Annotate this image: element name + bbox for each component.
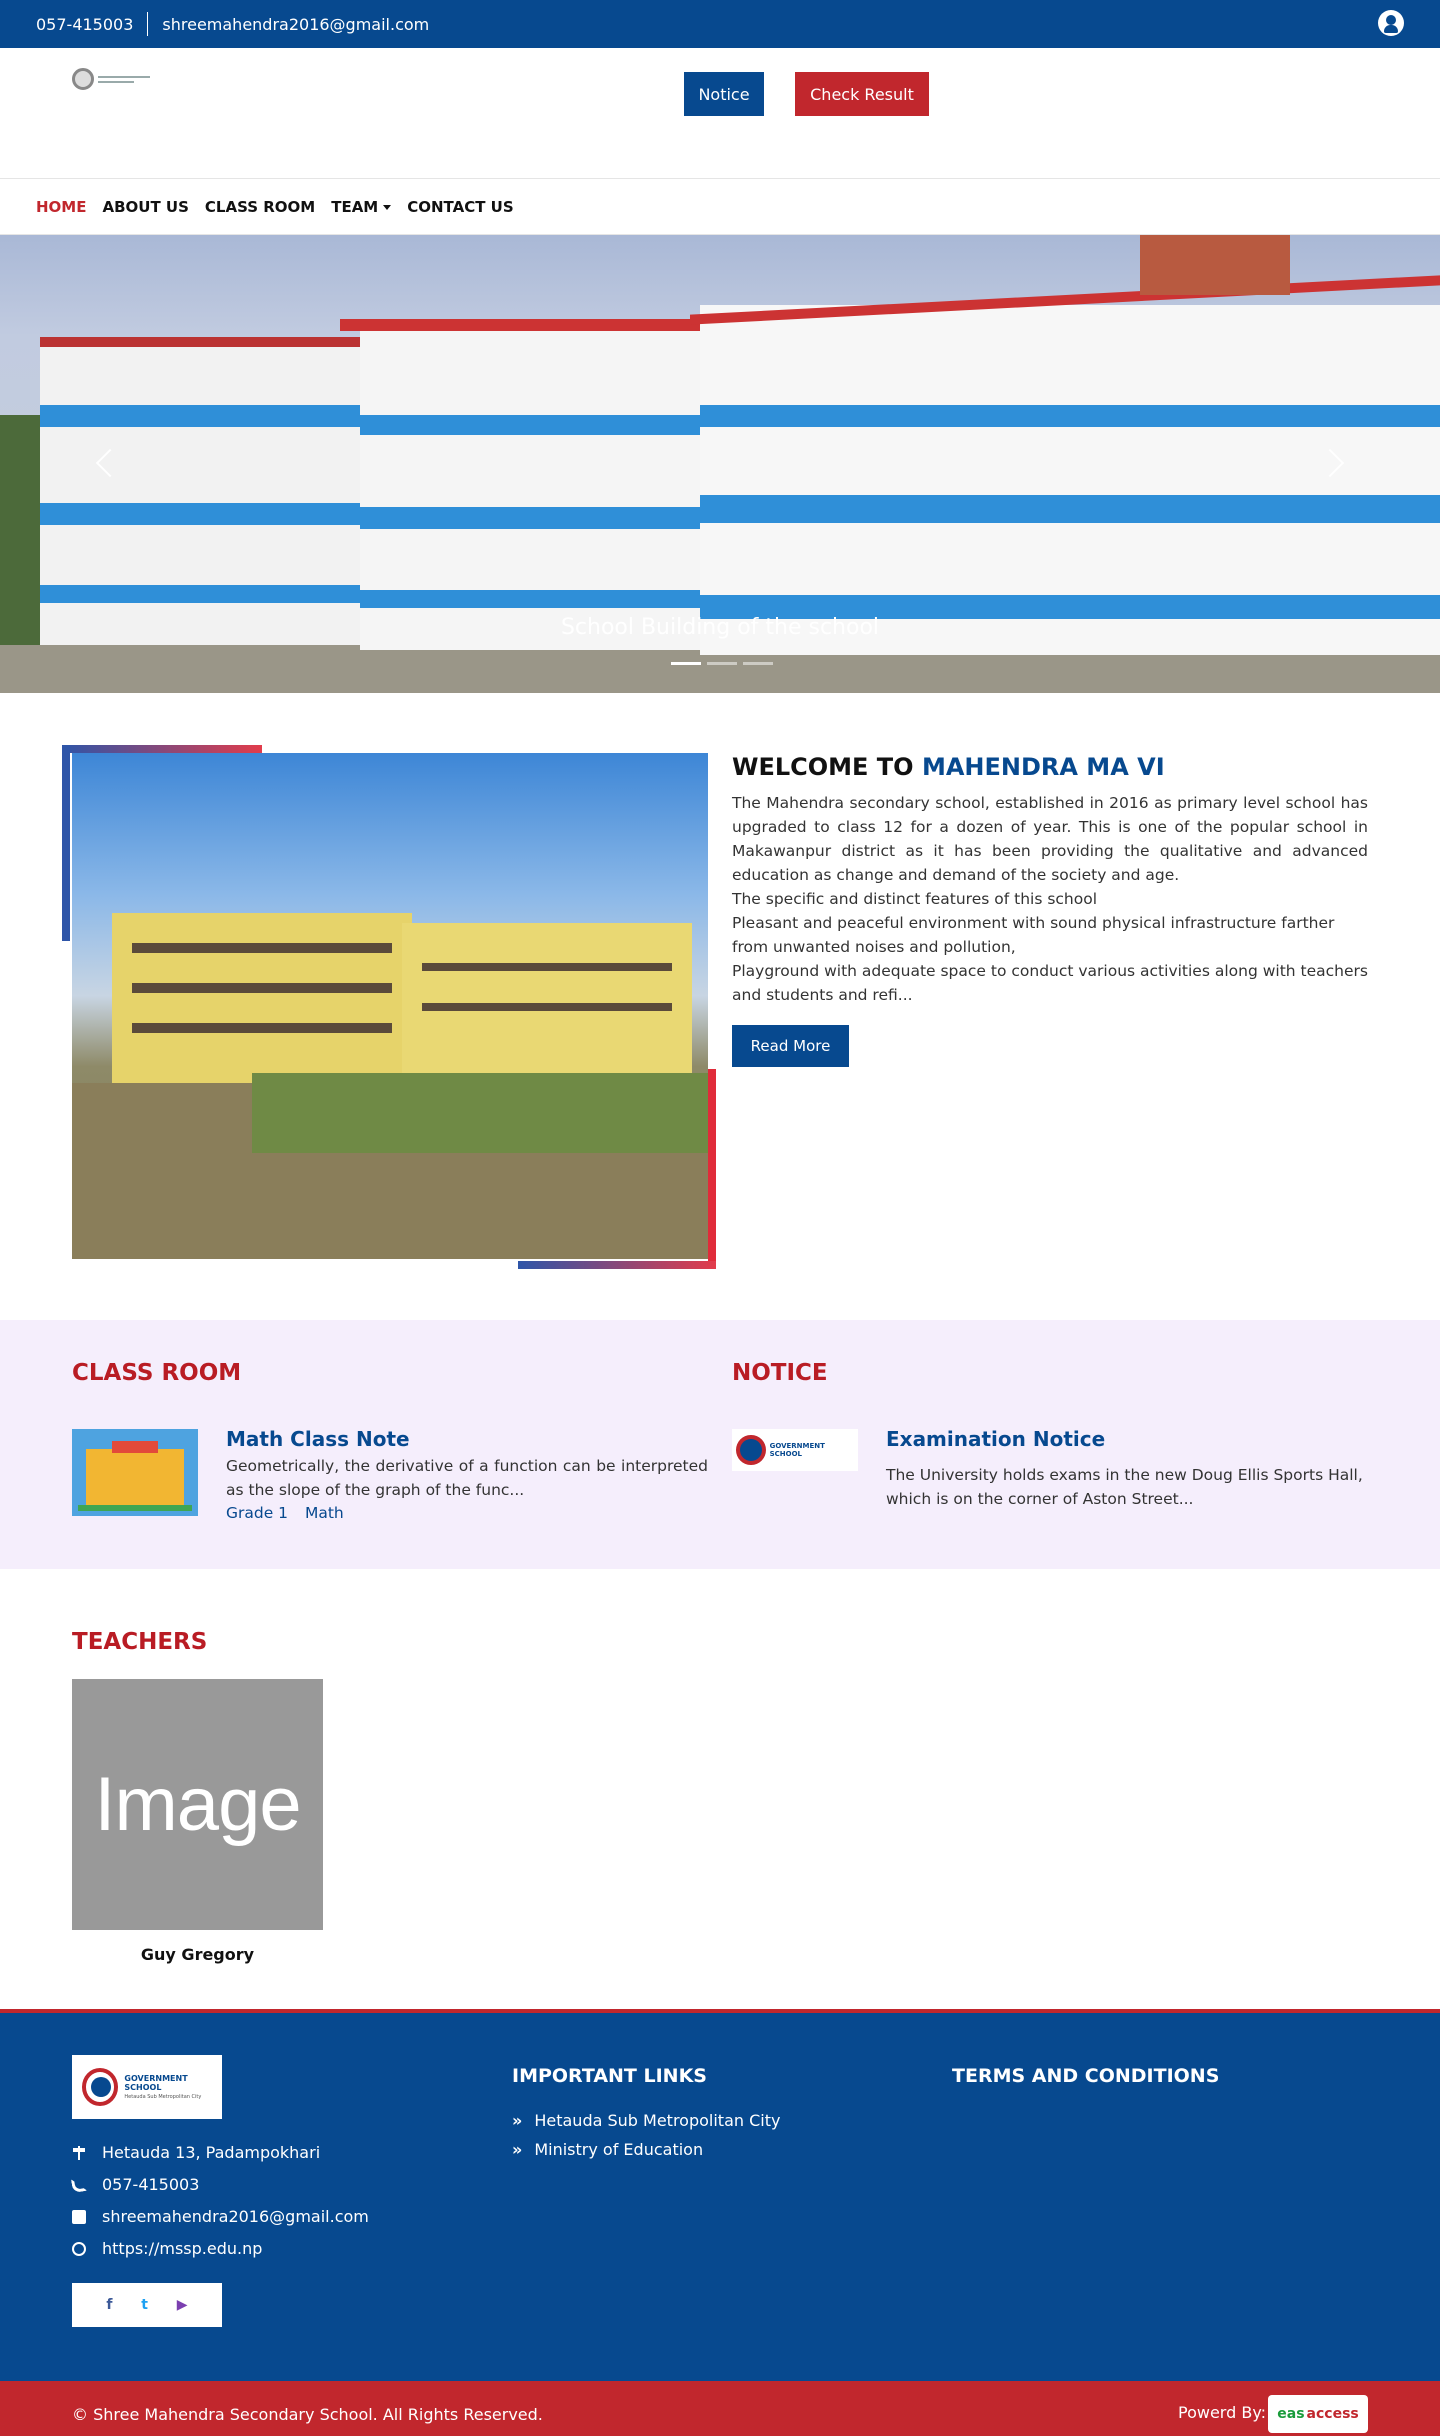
classroom-item-title[interactable]: Math Class Note (226, 1427, 410, 1451)
indicator-3[interactable] (743, 662, 773, 665)
top-bar: 057-415003 shreemahendra2016@gmail.com (0, 0, 1440, 48)
hero-carousel: School Building of the school (0, 235, 1440, 693)
facebook-icon[interactable]: f (106, 2297, 112, 2313)
nav-class-room[interactable]: CLASS ROOM (205, 198, 315, 216)
social-links: f t ▶ (72, 2283, 222, 2327)
footer-email[interactable]: shreemahendra2016@gmail.com (102, 2201, 369, 2233)
footer-contact: Hetauda 13, Padampokhari 057-415003 shre… (70, 2137, 369, 2265)
copyright-bar: © Shree Mahendra Secondary School. All R… (0, 2381, 1440, 2436)
seal-icon (736, 1435, 766, 1465)
divider (147, 12, 149, 36)
notice-button[interactable]: Notice (684, 72, 764, 116)
double-chevron-icon: » (512, 2111, 523, 2130)
youtube-icon[interactable]: ▶ (177, 2297, 188, 2313)
teacher-photo[interactable]: Image (72, 1679, 323, 1930)
notice-item-title[interactable]: Examination Notice (886, 1427, 1105, 1451)
check-result-button[interactable]: Check Result (795, 72, 929, 116)
school-photo (72, 753, 708, 1259)
teachers-section: TEACHERS Image Guy Gregory (0, 1569, 1440, 2009)
classroom-notice-section: CLASS ROOM Math Class Note Geometrically… (0, 1320, 1440, 1569)
notice-thumbnail[interactable]: GOVERNMENT SCHOOL (732, 1429, 858, 1471)
terms-title[interactable]: TERMS AND CONDITIONS (952, 2065, 1219, 2087)
teacher-name[interactable]: Guy Gregory (72, 1945, 323, 1964)
indicator-2[interactable] (707, 662, 737, 665)
welcome-para-2: The specific and distinct features of th… (732, 890, 1098, 908)
footer-phone[interactable]: 057-415003 (102, 2169, 199, 2201)
notice-item-text: The University holds exams in the new Do… (886, 1466, 1363, 1508)
twitter-icon[interactable]: t (141, 2297, 148, 2313)
signpost-icon (72, 2146, 86, 2160)
seal-icon (72, 68, 94, 90)
indicator-1[interactable] (671, 662, 701, 665)
user-account-icon[interactable] (1378, 10, 1404, 36)
phone-icon (70, 2176, 88, 2194)
globe-icon (72, 2242, 86, 2256)
header: Notice Check Result (0, 48, 1440, 179)
welcome-para-1: The Mahendra secondary school, establish… (732, 794, 1368, 884)
classroom-item-text: Geometrically, the derivative of a funct… (226, 1457, 708, 1499)
slide-indicators (668, 662, 776, 665)
read-more-button[interactable]: Read More (732, 1025, 849, 1067)
caret-down-icon (383, 205, 392, 210)
footer-address: Hetauda 13, Padampokhari (102, 2143, 321, 2162)
classroom-thumbnail[interactable] (72, 1429, 198, 1516)
top-phone[interactable]: 057-415003 (36, 15, 133, 34)
footer-link-hetauda[interactable]: » Hetauda Sub Metropolitan City (512, 2106, 780, 2135)
footer-website[interactable]: https://mssp.edu.np (102, 2233, 262, 2265)
double-chevron-icon: » (512, 2140, 523, 2159)
tag-grade[interactable]: Grade 1 (226, 1504, 288, 1522)
nav-about-us[interactable]: ABOUT US (102, 198, 188, 216)
classroom-heading: CLASS ROOM (72, 1360, 242, 1386)
tag-subject[interactable]: Math (305, 1504, 344, 1522)
easy-access-logo[interactable]: eas access (1268, 2395, 1368, 2433)
footer: GOVERNMENT SCHOOL Hetauda Sub Metropolita… (0, 2009, 1440, 2381)
welcome-para-4: Playground with adequate space to conduc… (732, 962, 1368, 1004)
footer-link-ministry[interactable]: » Ministry of Education (512, 2135, 780, 2164)
school-logo[interactable] (72, 68, 150, 90)
slide-caption: School Building of the school (560, 615, 880, 640)
footer-logo[interactable]: GOVERNMENT SCHOOL Hetauda Sub Metropolita… (72, 2055, 222, 2119)
welcome-section: WELCOME TO MAHENDRA MA VI The Mahendra s… (0, 693, 1440, 1320)
welcome-para-3: Pleasant and peaceful environment with s… (732, 914, 1335, 956)
notice-heading: NOTICE (732, 1360, 828, 1386)
classroom-tags: Grade 1 Math (226, 1504, 356, 1522)
teachers-heading: TEACHERS (72, 1629, 208, 1655)
welcome-title: WELCOME TO MAHENDRA MA VI (732, 753, 1165, 781)
nav-contact-us[interactable]: CONTACT US (407, 198, 513, 216)
main-nav: HOME ABOUT US CLASS ROOM TEAM CONTACT US (0, 179, 1440, 235)
welcome-text: WELCOME TO MAHENDRA MA VI The Mahendra s… (732, 753, 1368, 1067)
top-email[interactable]: shreemahendra2016@gmail.com (162, 15, 429, 34)
copyright-text: © Shree Mahendra Secondary School. All R… (72, 2405, 543, 2424)
important-links: » Hetauda Sub Metropolitan City » Ministry… (512, 2106, 780, 2164)
powered-by-label: Powerd By: (1178, 2403, 1267, 2422)
nav-home[interactable]: HOME (36, 198, 86, 216)
nav-team[interactable]: TEAM (331, 198, 392, 216)
seal-icon (82, 2068, 119, 2106)
important-links-title: IMPORTANT LINKS (512, 2065, 707, 2087)
envelope-icon (72, 2210, 86, 2224)
